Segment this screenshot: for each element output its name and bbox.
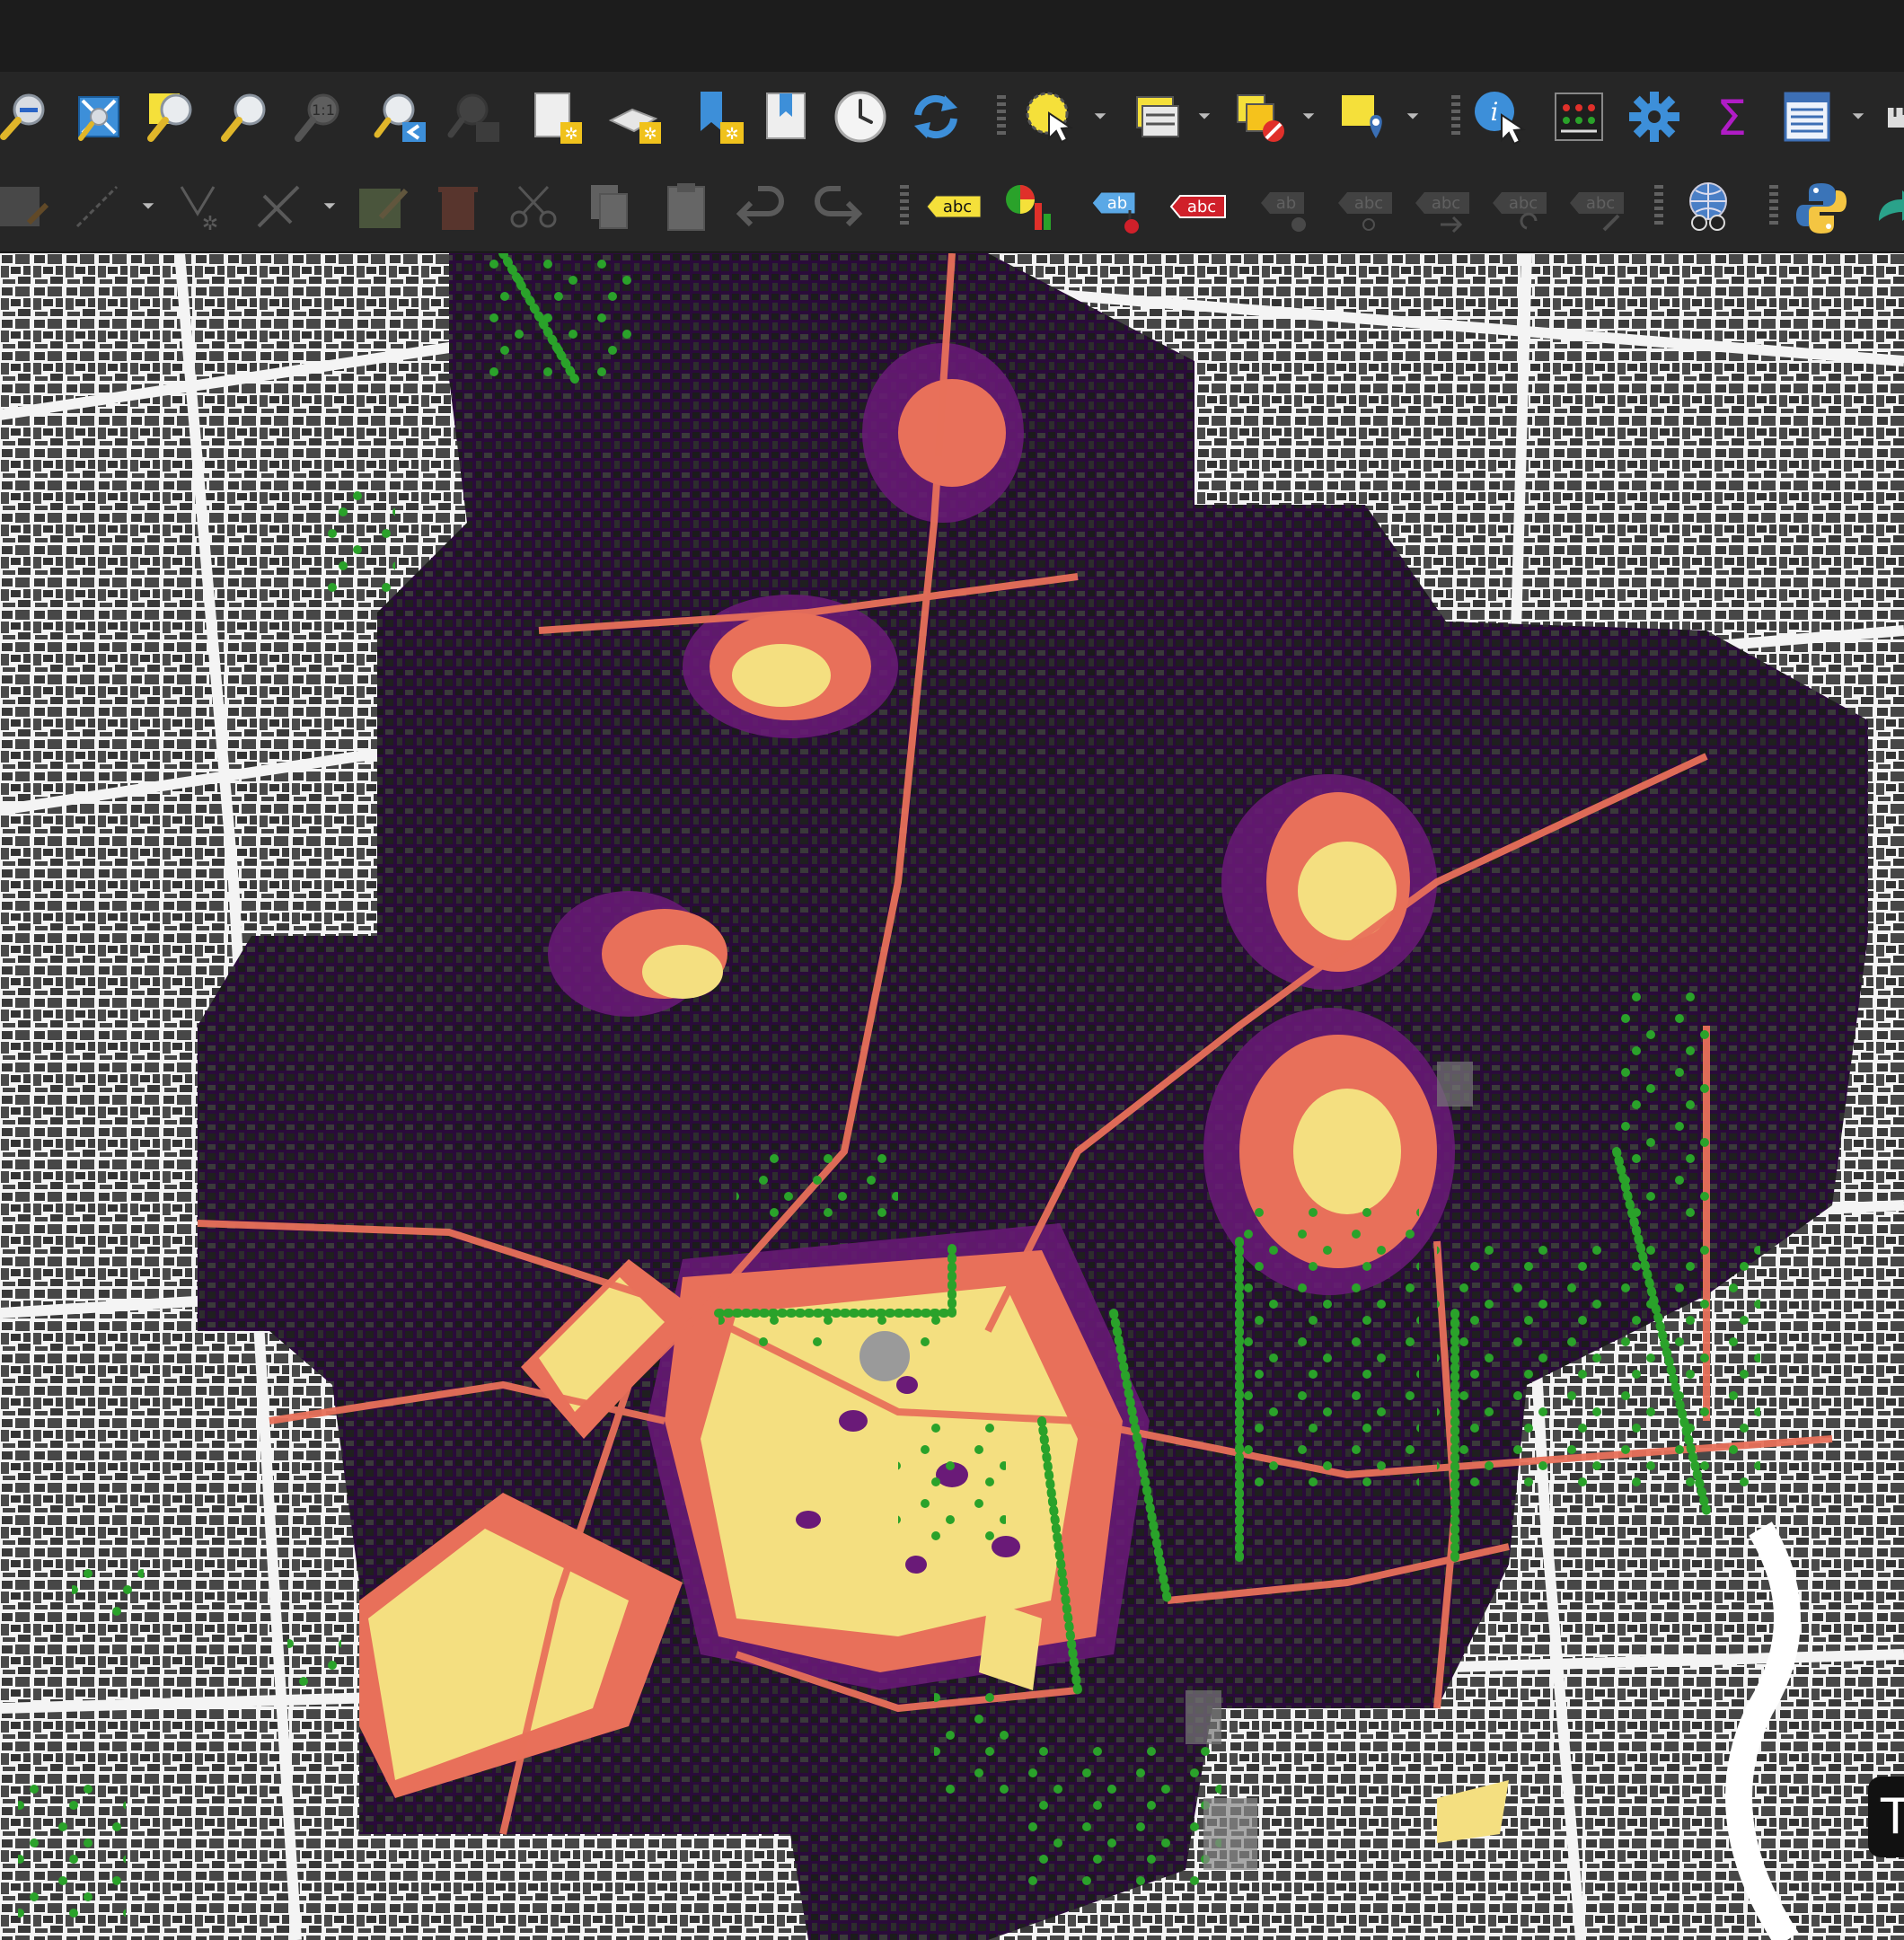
- map-canvas[interactable]: [0, 253, 1904, 1940]
- chevron-down-icon[interactable]: [1403, 106, 1423, 126]
- move-label-callout-icon[interactable]: abc: [1410, 176, 1475, 237]
- pin-labels-icon[interactable]: ab: [1087, 176, 1151, 237]
- layer-labeling-icon[interactable]: abc: [921, 176, 986, 237]
- move-label-icon[interactable]: ab: [1256, 176, 1320, 237]
- chevron-down-icon[interactable]: [1090, 106, 1110, 126]
- show-hide-labels-icon[interactable]: abc: [1333, 176, 1397, 237]
- chevron-down-icon[interactable]: [1848, 106, 1868, 126]
- window-title-bar: [0, 0, 1904, 73]
- sigma-label: Σ: [1716, 90, 1747, 146]
- layer-diagram-icon[interactable]: [999, 176, 1060, 237]
- zoom-next-icon[interactable]: [444, 86, 505, 147]
- deselect-features-icon[interactable]: [1230, 86, 1291, 147]
- temporal-controller-icon[interactable]: [830, 86, 891, 147]
- chevron-down-icon[interactable]: [1299, 106, 1318, 126]
- copy-features-icon[interactable]: [578, 176, 639, 237]
- toolbar-grip[interactable]: [1451, 95, 1460, 138]
- svg-text:✲: ✲: [643, 125, 657, 144]
- svg-text:ab: ab: [1107, 194, 1127, 213]
- svg-text:✲: ✲: [725, 125, 738, 144]
- identify-features-icon[interactable]: i: [1469, 86, 1530, 147]
- cut-features-icon[interactable]: [503, 176, 564, 237]
- svg-text:abc: abc: [1187, 198, 1216, 216]
- highlight-pinned-labels-icon[interactable]: abc: [1166, 176, 1230, 237]
- field-calculator-icon[interactable]: [1548, 86, 1609, 147]
- measure-icon[interactable]: [1879, 86, 1904, 147]
- editing-labels-toolbar: ✲ abc ab abc ab abc abc abc abc: [0, 162, 1904, 252]
- zoom-native-resolution-icon[interactable]: 1:1: [289, 86, 350, 147]
- attribute-table-icon[interactable]: [1776, 86, 1838, 147]
- open-attribute-table-icon[interactable]: [1126, 86, 1187, 147]
- svg-text:✲: ✲: [564, 125, 577, 144]
- svg-text:abc: abc: [1509, 194, 1538, 213]
- chevron-down-icon[interactable]: [320, 196, 339, 216]
- svg-text:i: i: [1491, 97, 1499, 127]
- zoom-full-icon[interactable]: [68, 86, 129, 147]
- select-by-location-icon[interactable]: [1335, 86, 1396, 147]
- toolbox-gear-icon[interactable]: [1624, 86, 1685, 147]
- rotate-label-icon[interactable]: abc: [1487, 176, 1552, 237]
- svg-text:abc: abc: [943, 198, 972, 216]
- redo-icon[interactable]: [807, 176, 868, 237]
- chevron-down-icon[interactable]: [1194, 106, 1214, 126]
- svg-text:ab: ab: [1276, 194, 1296, 213]
- new-3d-map-view-icon[interactable]: ✲: [605, 86, 666, 147]
- zoom-last-icon[interactable]: [370, 86, 431, 147]
- delete-selected-icon[interactable]: [428, 176, 489, 237]
- map-navigation-toolbar: 1:1 ✲ ✲ ✲ i Σ: [0, 72, 1904, 163]
- statistics-sum-icon[interactable]: Σ: [1701, 86, 1762, 147]
- toolbar-grip[interactable]: [1654, 185, 1663, 228]
- zoom-to-selection-icon[interactable]: [142, 86, 203, 147]
- paste-features-icon[interactable]: [656, 176, 717, 237]
- refresh-icon[interactable]: [905, 86, 966, 147]
- metasearch-icon[interactable]: [1678, 176, 1739, 237]
- chevron-down-icon[interactable]: [138, 196, 158, 216]
- vertex-tool-icon[interactable]: ✲: [172, 176, 234, 237]
- toolbar-grip[interactable]: [997, 95, 1006, 138]
- svg-text:1:1: 1:1: [312, 101, 335, 119]
- svg-text:✲: ✲: [202, 213, 218, 235]
- digitize-options-icon[interactable]: [248, 176, 309, 237]
- toolbar-grip[interactable]: [1769, 185, 1778, 228]
- show-spatial-bookmarks-icon[interactable]: [756, 86, 817, 147]
- zoom-out-icon[interactable]: [0, 86, 56, 147]
- new-map-view-icon[interactable]: ✲: [526, 86, 587, 147]
- svg-text:abc: abc: [1586, 194, 1615, 213]
- new-spatial-bookmark-icon[interactable]: ✲: [688, 86, 749, 147]
- svg-text:abc: abc: [1354, 194, 1383, 213]
- map-rendering: [0, 253, 1904, 1940]
- toolbar-grip[interactable]: [900, 185, 909, 228]
- save-edits-icon[interactable]: [0, 176, 52, 237]
- modify-attributes-icon[interactable]: [352, 176, 413, 237]
- floating-panel-tab[interactable]: T: [1868, 1777, 1904, 1857]
- change-label-icon[interactable]: abc: [1565, 176, 1629, 237]
- plugin-icon[interactable]: [1870, 176, 1904, 237]
- svg-text:abc: abc: [1432, 194, 1460, 213]
- python-console-icon[interactable]: [1791, 176, 1852, 237]
- digitize-line-icon[interactable]: [66, 176, 128, 237]
- undo-icon[interactable]: [731, 176, 792, 237]
- zoom-to-layer-icon[interactable]: [216, 86, 277, 147]
- select-features-icon[interactable]: [1020, 86, 1081, 147]
